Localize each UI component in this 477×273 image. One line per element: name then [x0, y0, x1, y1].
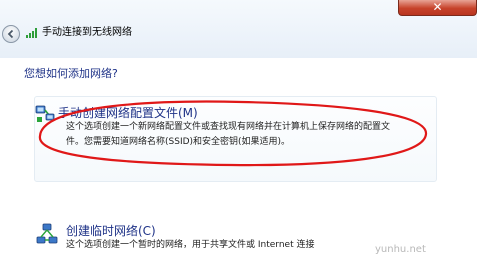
close-button[interactable]: ✕: [398, 0, 477, 16]
annotation-ellipse: [38, 100, 428, 167]
watermark: yunhu.net: [375, 244, 426, 255]
window-titlebar: ✕ 手动连接到无线网络: [0, 0, 477, 58]
option-adhoc-title[interactable]: 创建临时网络(C): [66, 222, 156, 239]
wireless-signal-icon: [26, 28, 37, 38]
page-heading: 您想如何添加网络?: [24, 67, 118, 80]
close-icon: ✕: [432, 0, 443, 14]
option-adhoc-desc: 这个选项创建一个暂时的网络，用于共享文件或 Internet 连接: [66, 240, 315, 250]
adhoc-network-icon: [36, 223, 58, 244]
back-arrow-icon: [7, 29, 14, 39]
wizard-title: 手动连接到无线网络: [42, 27, 132, 38]
back-button[interactable]: [2, 25, 20, 43]
